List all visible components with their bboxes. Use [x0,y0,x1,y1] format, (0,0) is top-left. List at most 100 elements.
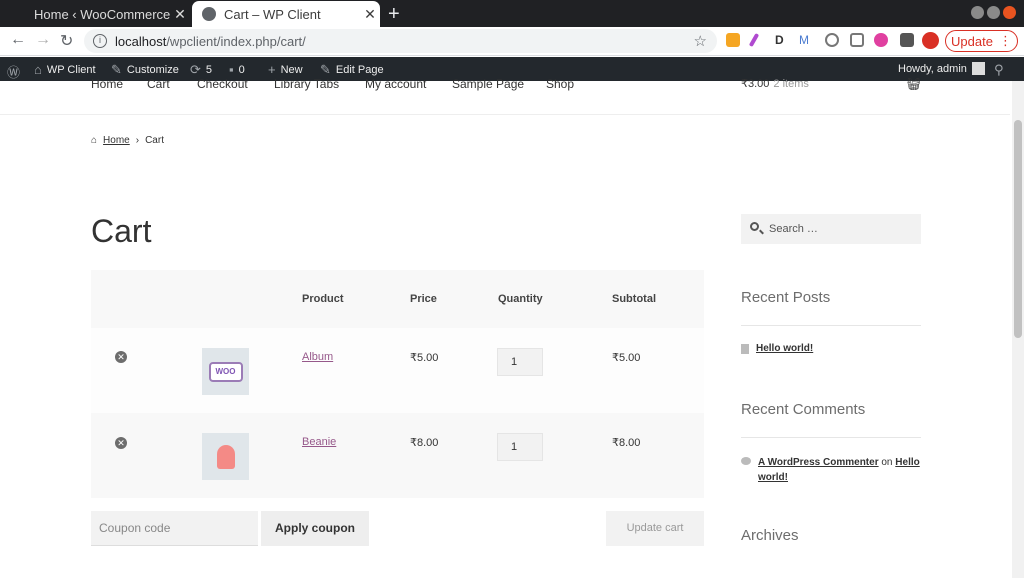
updates-link[interactable]: ⟳ 5 [190,62,212,78]
comment-author-link[interactable]: A WordPress Commenter [758,457,879,468]
update-cart-button[interactable]: Update cart [606,511,704,546]
browser-toolbar: ← → ↻ i localhost/wpclient/index.php/car… [0,27,1024,56]
scrollbar-thumb[interactable] [1014,120,1022,338]
back-arrow-icon[interactable]: ← [10,31,26,49]
recent-comments-title: Recent Comments [741,401,866,418]
pencil-icon: ✎ [320,62,331,77]
brush-icon: ✎ [111,62,122,77]
nav-item-library-tabs[interactable]: Library Tabs [274,77,339,91]
customize-label: Customize [126,64,179,76]
product-subtotal: ₹8.00 [612,437,641,449]
bookmark-star-icon[interactable]: ☆ [694,32,707,50]
home-icon: ⌂ [34,62,42,77]
globe-icon [202,7,216,21]
table-row: ✕ WOO Album ₹5.00 1 ₹5.00 [91,328,704,413]
tab-title: Cart – WP Client [224,6,321,22]
nav-item-cart[interactable]: Cart [147,77,170,91]
site-name-link[interactable]: ⌂ WP Client [34,62,96,77]
header-quantity: Quantity [498,293,543,305]
reload-icon[interactable]: ↻ [60,31,73,51]
comments-link[interactable]: ▪ 0 [229,62,245,77]
puzzle-icon[interactable] [900,33,914,47]
product-thumbnail[interactable]: WOO [202,348,249,395]
howdy-label: Howdy, admin [898,62,967,75]
nav-item-checkout[interactable]: Checkout [197,77,248,91]
minimize-button[interactable] [971,6,984,19]
comment-post-link-line1[interactable]: Hello [895,457,919,468]
nav-item-home[interactable]: Home [91,77,123,91]
breadcrumb: ⌂ Home › Cart [91,135,164,146]
browser-update-button[interactable]: Update ⋮ [945,30,1018,52]
basket-icon[interactable]: 🧺︎ [906,77,921,91]
plus-icon: + [268,62,276,77]
comments-count: 0 [238,63,245,76]
product-link[interactable]: Beanie [302,436,336,448]
quantity-input[interactable]: 1 [497,433,543,461]
header-cart-total: ₹3.00 [741,78,770,90]
widget-divider [741,437,921,438]
updates-icon: ⟳ [190,62,201,77]
color-extension-icon[interactable] [874,33,888,47]
comment-bubble-icon [741,457,751,465]
close-icon[interactable]: ✕ [360,6,380,23]
account-menu[interactable]: Howdy, admin [898,62,985,75]
recent-post-link[interactable]: Hello world! [756,343,813,354]
search-icon[interactable]: ⚲ [994,62,1004,78]
header-price: Price [410,293,437,305]
forward-arrow-icon[interactable]: → [35,31,51,49]
nav-item-my-account[interactable]: My account [365,77,426,91]
comment-post-link-line2[interactable]: world! [758,472,788,483]
new-label: New [280,63,303,76]
d-extension-icon[interactable]: D [775,33,789,47]
new-tab-icon[interactable]: + [388,3,400,26]
maximize-button[interactable] [987,6,1000,19]
url-host: localhost [115,33,167,49]
product-link[interactable]: Album [302,351,333,363]
search-input[interactable]: Search … [741,214,921,244]
breadcrumb-current: Cart [145,135,164,146]
tab-cart[interactable]: Cart – WP Client ✕ [192,1,380,27]
header-cart-count: 2 items [773,78,809,90]
wordpress-logo-icon[interactable]: Ⓦ [7,62,20,81]
circle-extension-icon[interactable] [825,33,839,47]
page-title: Cart [91,213,152,249]
header-cart-link[interactable]: ₹3.00 2 items [741,77,809,90]
close-window-button[interactable] [1003,6,1016,19]
recent-comment-text: A WordPress Commenter on Hello world! [758,455,920,485]
edit-page-link[interactable]: ✎ Edit Page [320,62,384,78]
home-icon: ⌂ [91,135,98,146]
info-icon[interactable]: i [93,34,107,48]
remove-item-icon[interactable]: ✕ [115,351,127,363]
avatar[interactable] [922,32,939,49]
archives-title: Archives [741,527,799,544]
close-icon[interactable]: ✕ [170,6,190,23]
coupon-code-input[interactable]: Coupon code [91,511,258,546]
cart-table-header: Product Price Quantity Subtotal [91,270,704,328]
header-subtotal: Subtotal [612,293,656,305]
browser-tab-strip: Home ‹ WooCommerce ‹ W ✕ Cart – WP Clien… [0,0,1024,27]
beanie-icon [216,444,235,469]
m-extension-icon[interactable]: M [799,33,813,47]
cart-table: Product Price Quantity Subtotal ✕ WOO Al… [91,270,704,498]
header-product: Product [302,293,344,305]
camera-extension-icon[interactable] [850,33,864,47]
nav-item-shop[interactable]: Shop [546,77,574,91]
tab-home[interactable]: Home ‹ WooCommerce ‹ W ✕ [22,1,190,27]
product-thumbnail[interactable] [202,433,249,480]
remove-item-icon[interactable]: ✕ [115,437,127,449]
breadcrumb-home-link[interactable]: Home [103,135,130,146]
avatar [971,62,985,75]
document-icon [741,344,749,354]
recent-post-item: Hello world! [741,343,813,354]
apply-coupon-button[interactable]: Apply coupon [261,511,369,546]
recent-posts-title: Recent Posts [741,289,831,306]
quantity-input[interactable]: 1 [497,348,543,376]
table-row: ✕ Beanie ₹8.00 1 ₹8.00 [91,413,704,498]
new-content-link[interactable]: + New [268,62,303,77]
customize-link[interactable]: ✎ Customize [111,62,179,78]
address-bar[interactable]: i localhost/wpclient/index.php/cart/ ☆ [84,29,717,53]
pen-extension-icon[interactable] [748,32,760,48]
extension-icon[interactable] [726,33,740,47]
widget-divider [741,325,921,326]
nav-item-sample-page[interactable]: Sample Page [452,77,524,91]
